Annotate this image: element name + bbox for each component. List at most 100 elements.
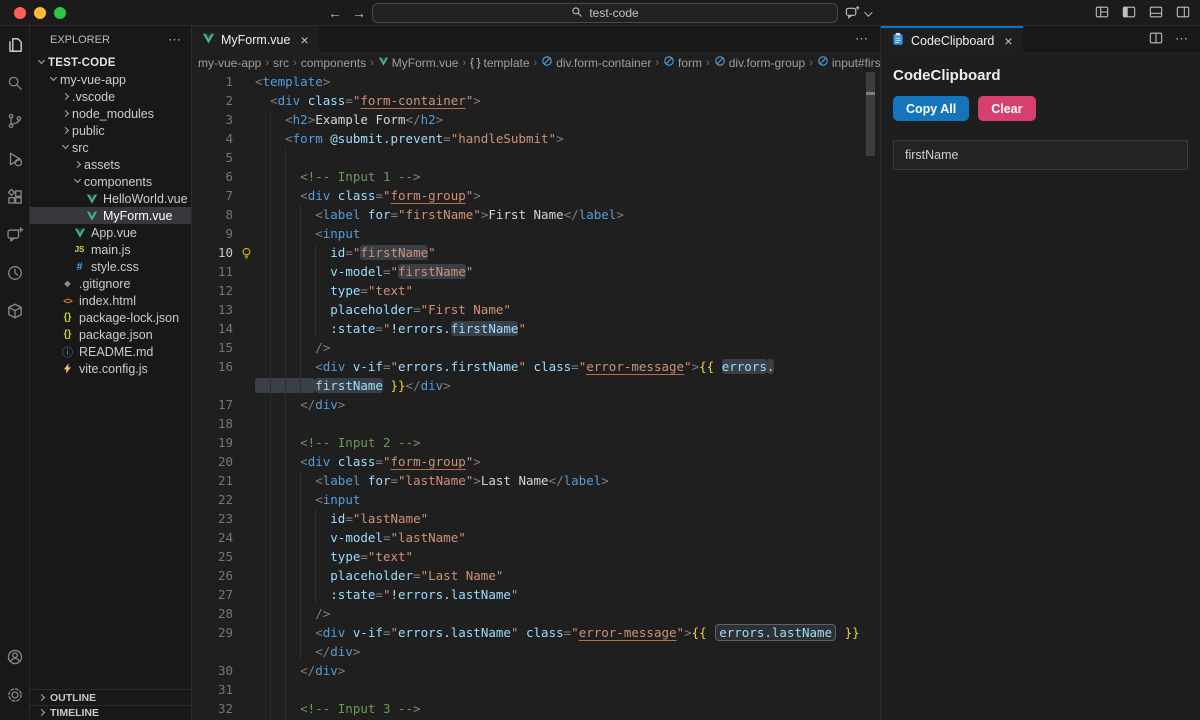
tree-item-assets[interactable]: assets	[30, 156, 192, 173]
breadcrumb-item-form[interactable]: form	[663, 55, 702, 70]
code-line-6[interactable]: 6 <!-- Input 1 -->	[192, 167, 880, 186]
tree-item-app-vue[interactable]: App.vue	[30, 224, 192, 241]
code-line-25[interactable]: 25 type="text"	[192, 547, 880, 566]
activity-source-control-icon[interactable]	[0, 102, 30, 140]
code-line-17[interactable]: 17 </div>	[192, 395, 880, 414]
breadcrumb-item-myform-vue[interactable]: MyForm.vue	[378, 56, 459, 70]
code-line-13[interactable]: 13 placeholder="First Name"	[192, 300, 880, 319]
code-line-15[interactable]: 15 />	[192, 338, 880, 357]
outline-section[interactable]: OUTLINE	[30, 689, 192, 705]
tab-codeclipboard[interactable]: CodeClipboard ×	[881, 26, 1023, 53]
forward-button[interactable]: →	[352, 4, 366, 22]
breadcrumb-item-components[interactable]: components	[301, 56, 366, 70]
close-tab-icon[interactable]: ×	[300, 32, 308, 48]
tree-item-vite-config-js[interactable]: vite.config.js	[30, 360, 192, 377]
editor-scrollbar[interactable]	[866, 72, 875, 156]
activity-extensions-icon[interactable]	[0, 178, 30, 216]
breadcrumb-item-div-form-container[interactable]: div.form-container	[541, 55, 651, 70]
minimize-window-button[interactable]	[34, 7, 46, 19]
clipboard-item[interactable]: firstName	[893, 140, 1188, 170]
tree-item-style-css[interactable]: #style.css	[30, 258, 192, 275]
close-window-button[interactable]	[14, 7, 26, 19]
toggle-sidebar-icon[interactable]	[1122, 5, 1136, 22]
tree-item-main-js[interactable]: JSmain.js	[30, 241, 192, 258]
tree-item-index-html[interactable]: <>index.html	[30, 292, 192, 309]
code-line-22[interactable]: 22 <input	[192, 490, 880, 509]
tab-myform-vue[interactable]: MyForm.vue ×	[192, 26, 319, 53]
code-line-28[interactable]: 28 />	[192, 604, 880, 623]
tree-item-components[interactable]: components	[30, 173, 192, 190]
tree-item-test-code[interactable]: TEST-CODE	[30, 54, 192, 71]
code-line-18[interactable]: 18	[192, 414, 880, 433]
code-line-7[interactable]: 7 <div class="form-group">	[192, 186, 880, 205]
tree-item-public[interactable]: public	[30, 122, 192, 139]
breadcrumb-item-src[interactable]: src	[273, 56, 289, 70]
code-line-16[interactable]: 16 <div v-if="errors.firstName" class="e…	[192, 357, 880, 376]
activity-package-icon[interactable]	[0, 292, 30, 330]
code-line-20[interactable]: 20 <div class="form-group">	[192, 452, 880, 471]
code-line-19[interactable]: 19 <!-- Input 2 -->	[192, 433, 880, 452]
code-line-10[interactable]: 10 id="firstName"	[192, 243, 880, 262]
code-line-12[interactable]: 12 type="text"	[192, 281, 880, 300]
code-line-4[interactable]: 4 <form @submit.prevent="handleSubmit">	[192, 129, 880, 148]
tree-item-helloworld-vue[interactable]: HelloWorld.vue	[30, 190, 192, 207]
copilot-menu[interactable]	[845, 5, 870, 23]
code-line-31[interactable]: 31	[192, 680, 880, 699]
toggle-secondary-sidebar-icon[interactable]	[1176, 5, 1190, 22]
code-line-21[interactable]: 21 <label for="lastName">Last Name</labe…	[192, 471, 880, 490]
tree-item-myform-vue[interactable]: MyForm.vue	[30, 207, 192, 224]
code-line-11[interactable]: 11 v-model="firstName"	[192, 262, 880, 281]
breadcrumb-item-input-firstnan[interactable]: input#firstNan	[817, 55, 880, 70]
code-line-26[interactable]: 26 placeholder="Last Name"	[192, 566, 880, 585]
code-line-23[interactable]: 23 id="lastName"	[192, 509, 880, 528]
activity-search-icon[interactable]	[0, 64, 30, 102]
toggle-panel-icon[interactable]	[1149, 5, 1163, 22]
panel-more-actions[interactable]: ⋯	[1175, 31, 1188, 47]
code-line-wrap[interactable]: firstName }}</div>	[192, 376, 880, 395]
code-line-14[interactable]: 14 :state="!errors.firstName"	[192, 319, 880, 338]
account-icon[interactable]	[0, 638, 30, 676]
breadcrumb-item-div-form-group[interactable]: div.form-group	[714, 55, 805, 70]
indent-guide	[300, 604, 301, 623]
code-line-24[interactable]: 24 v-model="lastName"	[192, 528, 880, 547]
timeline-section[interactable]: TIMELINE	[30, 705, 192, 720]
tree-item-package-lock-json[interactable]: {}package-lock.json	[30, 309, 192, 326]
tree-item--vscode[interactable]: .vscode	[30, 88, 192, 105]
breadcrumb-item-my-vue-app[interactable]: my-vue-app	[198, 56, 261, 70]
customize-layout-icon[interactable]	[1095, 5, 1109, 22]
code-line-27[interactable]: 27 :state="!errors.lastName"	[192, 585, 880, 604]
split-editor-icon[interactable]	[1149, 31, 1163, 48]
activity-history-icon[interactable]	[0, 254, 30, 292]
tree-item-src[interactable]: src	[30, 139, 192, 156]
code-line-9[interactable]: 9 <input	[192, 224, 880, 243]
clear-button[interactable]: Clear	[978, 96, 1035, 121]
tree-item-my-vue-app[interactable]: my-vue-app	[30, 71, 192, 88]
code-line-2[interactable]: 2 <div class="form-container">	[192, 91, 880, 110]
tree-item-readme-md[interactable]: ⓘREADME.md	[30, 343, 192, 360]
tree-item-package-json[interactable]: {}package.json	[30, 326, 192, 343]
editor-more-actions[interactable]: ⋯	[855, 31, 868, 47]
tree-item-node-modules[interactable]: node_modules	[30, 105, 192, 122]
copy-all-button[interactable]: Copy All	[893, 96, 969, 121]
maximize-window-button[interactable]	[54, 7, 66, 19]
code-line-30[interactable]: 30 </div>	[192, 661, 880, 680]
code-line-32[interactable]: 32 <!-- Input 3 -->	[192, 699, 880, 718]
command-center-search[interactable]: test-code	[372, 3, 838, 23]
code-line-8[interactable]: 8 <label for="firstName">First Name</lab…	[192, 205, 880, 224]
activity-chat-icon[interactable]	[0, 216, 30, 254]
code-line-3[interactable]: 3 <h2>Example Form</h2>	[192, 110, 880, 129]
code-line-1[interactable]: 1<template>	[192, 72, 880, 91]
line-number: 22	[192, 490, 233, 509]
code-line-5[interactable]: 5	[192, 148, 880, 167]
code-editor[interactable]: 1<template>2 <div class="form-container"…	[192, 72, 880, 720]
code-line-29[interactable]: 29 <div v-if="errors.lastName" class="er…	[192, 623, 880, 642]
breadcrumb-item-template[interactable]: { }template	[470, 56, 529, 70]
close-panel-tab-icon[interactable]: ×	[1004, 33, 1012, 49]
explorer-more-actions[interactable]: ⋯	[168, 32, 181, 48]
activity-explorer-icon[interactable]	[0, 26, 30, 64]
back-button[interactable]: ←	[328, 4, 342, 22]
tree-item--gitignore[interactable]: ◆.gitignore	[30, 275, 192, 292]
activity-run-debug-icon[interactable]	[0, 140, 30, 178]
code-line-wrap[interactable]: </div>	[192, 642, 880, 661]
settings-icon[interactable]	[0, 676, 30, 714]
